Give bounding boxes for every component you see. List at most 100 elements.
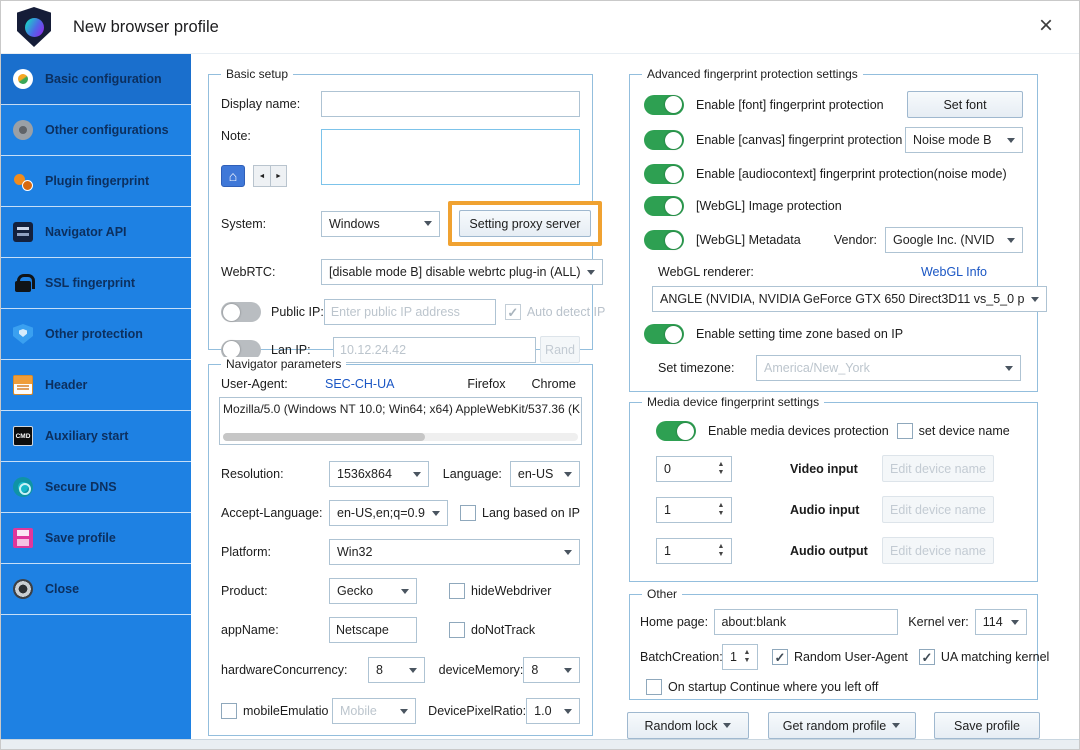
webgl-renderer-select[interactable]: ANGLE (NVIDIA, NVIDIA GeForce GTX 650 Di… [652, 286, 1047, 312]
spinner-up-icon[interactable]: ▲ [718, 461, 725, 469]
note-input[interactable] [321, 129, 580, 185]
logo-orb-icon [25, 18, 44, 37]
sidebar-item-other-configurations[interactable]: Other configurations [1, 105, 191, 156]
font-protection-toggle[interactable] [644, 95, 684, 115]
sidebar-item-close[interactable]: Close [1, 564, 191, 615]
media-device-group: Media device fingerprint settings Enable… [629, 402, 1038, 582]
scrollbar-thumb[interactable] [223, 433, 425, 441]
edit-device-name-button[interactable]: Edit device name [882, 537, 994, 564]
spinner-down-icon[interactable]: ▼ [718, 551, 725, 559]
proxy-highlight-box: Setting proxy server [448, 201, 602, 246]
public-ip-input[interactable] [324, 299, 496, 325]
ua-matching-kernel-checkbox[interactable]: ✓ [919, 649, 935, 665]
home-page-input[interactable] [714, 609, 898, 635]
spinner-down-icon[interactable]: ▼ [718, 469, 725, 477]
canvas-protection-toggle[interactable] [644, 130, 684, 150]
left-arrow-icon[interactable]: ◄ [254, 166, 270, 186]
sidebar-item-basic-configuration[interactable]: Basic configuration [1, 54, 191, 105]
audiocontext-protection-toggle[interactable] [644, 164, 684, 184]
device-memory-select[interactable]: 8 [523, 657, 580, 683]
spinner-down-icon[interactable]: ▼ [718, 510, 725, 518]
platform-select[interactable]: Win32 [329, 539, 580, 565]
sidebar-item-auxiliary-start[interactable]: CMD Auxiliary start [1, 411, 191, 462]
appname-label: appName: [221, 623, 329, 637]
timezone-ip-toggle[interactable] [644, 324, 684, 344]
set-device-name-checkbox[interactable] [897, 423, 913, 439]
hide-webdriver-checkbox[interactable] [449, 583, 465, 599]
user-agent-textarea[interactable]: Mozilla/5.0 (Windows NT 10.0; Win64; x64… [219, 397, 582, 445]
auto-detect-ip-checkbox[interactable]: ✓ [505, 304, 521, 320]
right-arrow-icon[interactable]: ► [270, 166, 286, 186]
firefox-link[interactable]: Firefox [467, 377, 505, 391]
sidebar-item-label: Secure DNS [45, 480, 117, 494]
chevron-down-icon [587, 270, 595, 279]
video-input-spinner[interactable]: 0 ▲▼ [656, 456, 732, 482]
home-icon[interactable]: ⌂ [221, 165, 245, 187]
appname-input[interactable] [329, 617, 417, 643]
random-lock-button[interactable]: Random lock [627, 712, 749, 739]
system-select[interactable]: Windows [321, 211, 440, 237]
group-legend: Basic setup [221, 67, 293, 81]
sidebar-item-plugin-fingerprint[interactable]: Plugin fingerprint [1, 156, 191, 207]
chevron-down-icon [432, 511, 440, 520]
sidebar-item-save-profile[interactable]: Save profile [1, 513, 191, 564]
save-profile-button[interactable]: Save profile [934, 712, 1040, 739]
batch-creation-spinner[interactable]: 1 ▲▼ [722, 644, 758, 670]
sidebar-item-label: Navigator API [45, 225, 127, 239]
media-protection-toggle[interactable] [656, 421, 696, 441]
timezone-select[interactable]: America/New_York [756, 355, 1021, 381]
hardware-concurrency-select[interactable]: 8 [368, 657, 425, 683]
sidebar-item-label: Basic configuration [45, 72, 162, 86]
sidebar-item-navigator-api[interactable]: Navigator API [1, 207, 191, 258]
spinner-up-icon[interactable]: ▲ [718, 502, 725, 510]
lan-ip-input[interactable] [333, 337, 536, 363]
donottrack-checkbox[interactable] [449, 622, 465, 638]
spinner-up-icon[interactable]: ▲ [743, 649, 750, 657]
webgl-info-link[interactable]: WebGL Info [921, 265, 987, 279]
kernel-ver-select[interactable]: 114 [975, 609, 1027, 635]
hardware-concurrency-label: hardwareConcurrency: [221, 663, 368, 677]
resolution-select[interactable]: 1536x864 [329, 461, 429, 487]
sidebar-item-other-protection[interactable]: Other protection [1, 309, 191, 360]
edit-device-name-button[interactable]: Edit device name [882, 455, 994, 482]
get-random-profile-button[interactable]: Get random profile [768, 712, 916, 739]
public-ip-toggle[interactable] [221, 302, 261, 322]
sidebar-item-header[interactable]: Header [1, 360, 191, 411]
device-pixel-ratio-select[interactable]: 1.0 [526, 698, 580, 724]
sidebar-item-secure-dns[interactable]: Secure DNS [1, 462, 191, 513]
random-user-agent-checkbox[interactable]: ✓ [772, 649, 788, 665]
webrtc-select[interactable]: [disable mode B] disable webrtc plug-in … [321, 259, 603, 285]
on-startup-checkbox[interactable] [646, 679, 662, 695]
setting-proxy-server-button[interactable]: Setting proxy server [459, 210, 591, 237]
vendor-select[interactable]: Google Inc. (NVID [885, 227, 1023, 253]
webgl-image-toggle[interactable] [644, 196, 684, 216]
audio-output-spinner[interactable]: 1 ▲▼ [656, 538, 732, 564]
display-name-input[interactable] [321, 91, 580, 117]
group-legend: Navigator parameters [221, 357, 346, 371]
spinner-down-icon[interactable]: ▼ [743, 657, 750, 665]
rand-button[interactable]: Rand [540, 336, 580, 363]
language-select[interactable]: en-US [510, 461, 580, 487]
accept-language-select[interactable]: en-US,en;q=0.9 [329, 500, 448, 526]
edit-device-name-button[interactable]: Edit device name [882, 496, 994, 523]
lang-based-on-ip-checkbox[interactable] [460, 505, 476, 521]
product-select[interactable]: Gecko [329, 578, 417, 604]
set-font-button[interactable]: Set font [907, 91, 1023, 118]
navigator-parameters-group: Navigator parameters User-Agent: SEC-CH-… [208, 364, 593, 736]
mobile-emulation-checkbox[interactable] [221, 703, 237, 719]
spinner-up-icon[interactable]: ▲ [718, 543, 725, 551]
toggle-knob [677, 423, 694, 440]
sec-ch-ua-link[interactable]: SEC-CH-UA [325, 377, 394, 391]
horizontal-scrollbar[interactable] [223, 433, 578, 441]
title-bar: New browser profile × [1, 1, 1079, 53]
mobile-emulation-label: mobileEmulatio [243, 704, 332, 718]
mobile-select[interactable]: Mobile [332, 698, 416, 724]
chrome-link[interactable]: Chrome [532, 377, 576, 391]
audio-input-spinner[interactable]: 1 ▲▼ [656, 497, 732, 523]
sidebar-item-label: Other protection [45, 327, 143, 341]
webgl-metadata-toggle[interactable] [644, 230, 684, 250]
sidebar-item-ssl-fingerprint[interactable]: SSL fingerprint [1, 258, 191, 309]
noise-mode-select[interactable]: Noise mode B [905, 127, 1023, 153]
close-icon[interactable]: × [1039, 13, 1053, 39]
chevron-down-icon [564, 668, 572, 677]
